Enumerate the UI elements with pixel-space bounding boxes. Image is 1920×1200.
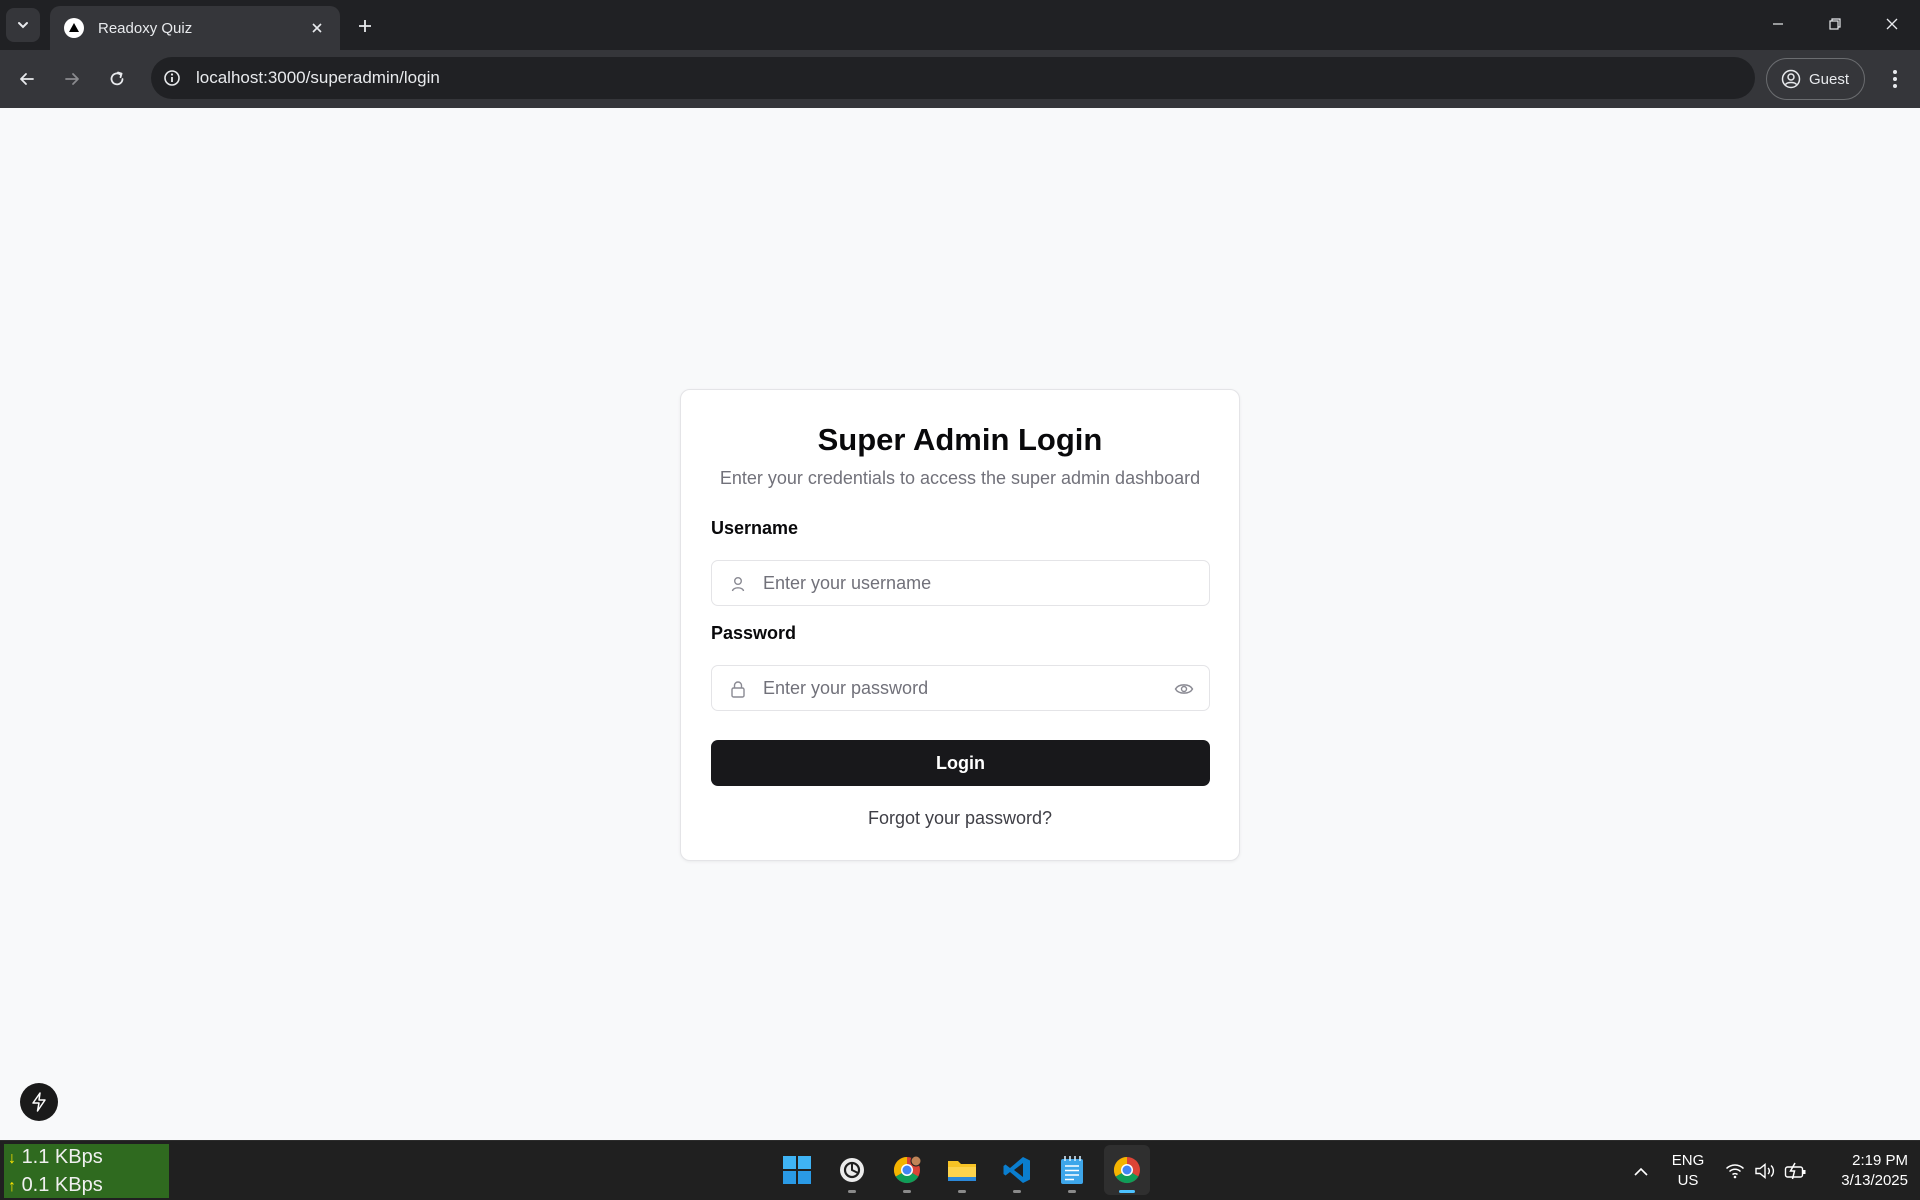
close-icon bbox=[1886, 18, 1897, 30]
password-input[interactable] bbox=[712, 666, 1209, 710]
taskbar-apps bbox=[774, 1145, 1150, 1195]
tab-search-button[interactable] bbox=[6, 8, 40, 42]
restore-icon bbox=[1828, 18, 1841, 30]
running-indicator bbox=[1068, 1190, 1076, 1193]
browser-menu-button[interactable] bbox=[1878, 62, 1912, 96]
upload-arrow-icon: ↑ bbox=[8, 1178, 16, 1195]
running-indicator bbox=[848, 1190, 856, 1193]
minimize-button[interactable] bbox=[1749, 0, 1806, 48]
card-title: Super Admin Login bbox=[817, 422, 1103, 457]
clock-date: 3/13/2025 bbox=[1841, 1172, 1908, 1189]
tab-title: Readoxy Quiz bbox=[98, 19, 193, 37]
reload-icon bbox=[110, 71, 124, 86]
system-clock[interactable]: 2:19 PM 3/13/2025 bbox=[1808, 1151, 1908, 1191]
close-tab-icon[interactable] bbox=[306, 17, 328, 39]
eye-icon bbox=[1174, 684, 1194, 694]
active-indicator bbox=[1119, 1190, 1135, 1193]
language-indicator[interactable]: ENG US bbox=[1668, 1151, 1708, 1191]
arrow-left-icon bbox=[20, 73, 34, 85]
network-monitor: ↓ 1.1 KBps ↑ 0.1 KBps bbox=[4, 1144, 169, 1198]
folder-icon bbox=[948, 1161, 976, 1181]
forgot-password-link[interactable]: Forgot your password? bbox=[681, 808, 1239, 829]
restore-button[interactable] bbox=[1806, 0, 1863, 48]
username-input[interactable] bbox=[712, 561, 1209, 605]
browser-tab[interactable]: Readoxy Quiz bbox=[50, 6, 340, 50]
battery-status[interactable] bbox=[1783, 1159, 1809, 1183]
language-code: ENG bbox=[1671, 1152, 1705, 1169]
download-arrow-icon: ↓ bbox=[8, 1150, 16, 1167]
user-icon bbox=[731, 577, 745, 592]
battery-charging-icon bbox=[1784, 1162, 1806, 1180]
notepad-icon bbox=[1061, 1156, 1083, 1184]
card-subtitle: Enter your credentials to access the sup… bbox=[719, 468, 1201, 488]
taskbar-file-explorer[interactable] bbox=[939, 1145, 985, 1195]
arrow-right-icon bbox=[65, 73, 79, 85]
download-speed: 1.1 KBps bbox=[21, 1146, 103, 1168]
favicon-icon bbox=[64, 18, 84, 38]
window-controls bbox=[1749, 0, 1920, 50]
profile-button[interactable]: Guest bbox=[1766, 58, 1865, 100]
running-indicator bbox=[958, 1190, 966, 1193]
chrome-icon bbox=[1113, 1156, 1140, 1184]
dev-tools-indicator[interactable] bbox=[20, 1083, 58, 1121]
network-upload: ↑ 0.1 KBps bbox=[8, 1172, 169, 1200]
windows-logo-icon bbox=[783, 1156, 811, 1184]
chevron-down-icon bbox=[18, 22, 28, 29]
address-bar[interactable]: localhost:3000/superadmin/login bbox=[151, 57, 1755, 99]
show-hidden-icons-button[interactable] bbox=[1626, 1157, 1656, 1187]
vscode-icon bbox=[1003, 1157, 1030, 1183]
show-password-toggle[interactable] bbox=[1173, 679, 1195, 699]
minimize-icon bbox=[1772, 23, 1783, 25]
url-text: localhost:3000/superadmin/login bbox=[196, 68, 440, 87]
username-field-wrapper bbox=[711, 560, 1210, 606]
taskbar-chrome[interactable] bbox=[1104, 1145, 1150, 1195]
running-indicator bbox=[903, 1190, 911, 1193]
site-info-icon[interactable] bbox=[151, 57, 193, 99]
region-code: US bbox=[1677, 1172, 1699, 1189]
upload-speed: 0.1 KBps bbox=[21, 1174, 103, 1196]
taskbar-chrome-profile[interactable] bbox=[884, 1145, 930, 1195]
taskbar-notepad[interactable] bbox=[1049, 1145, 1095, 1195]
plus-icon bbox=[359, 20, 371, 32]
login-button[interactable]: Login bbox=[711, 740, 1210, 786]
taskbar-vscode[interactable] bbox=[994, 1145, 1040, 1195]
profile-label: Guest bbox=[1809, 70, 1850, 88]
forward-button[interactable] bbox=[55, 62, 89, 96]
password-label: Password bbox=[711, 623, 797, 643]
browser-toolbar: localhost:3000/superadmin/login Guest bbox=[0, 50, 1920, 108]
network-download: ↓ 1.1 KBps bbox=[8, 1144, 169, 1172]
lightning-icon bbox=[32, 1092, 46, 1112]
speaker-icon bbox=[1755, 1163, 1775, 1179]
back-button[interactable] bbox=[10, 62, 44, 96]
reload-button[interactable] bbox=[100, 62, 134, 96]
chrome-icon bbox=[893, 1155, 922, 1184]
new-tab-button[interactable] bbox=[350, 11, 380, 41]
account-icon bbox=[1781, 69, 1801, 89]
password-field-wrapper bbox=[711, 665, 1210, 711]
wifi-status[interactable] bbox=[1722, 1159, 1748, 1183]
lock-icon bbox=[731, 681, 745, 698]
close-window-button[interactable] bbox=[1863, 0, 1920, 48]
chevron-up-icon bbox=[1634, 1167, 1648, 1176]
taskbar: ↓ 1.1 KBps ↑ 0.1 KBps ENG US 2:19 PM 3/1… bbox=[0, 1140, 1920, 1200]
username-label: Username bbox=[711, 518, 799, 538]
browser-tab-strip: Readoxy Quiz bbox=[0, 0, 1920, 50]
volume-status[interactable] bbox=[1752, 1159, 1778, 1183]
more-vertical-icon bbox=[1893, 70, 1897, 88]
login-card: Super Admin Login Enter your credentials… bbox=[680, 389, 1240, 861]
running-indicator bbox=[1013, 1190, 1021, 1193]
start-button[interactable] bbox=[774, 1145, 820, 1195]
taskbar-chatgpt[interactable] bbox=[829, 1145, 875, 1195]
chatgpt-icon bbox=[840, 1158, 864, 1182]
clock-time: 2:19 PM bbox=[1852, 1152, 1908, 1169]
wifi-icon bbox=[1725, 1164, 1745, 1179]
